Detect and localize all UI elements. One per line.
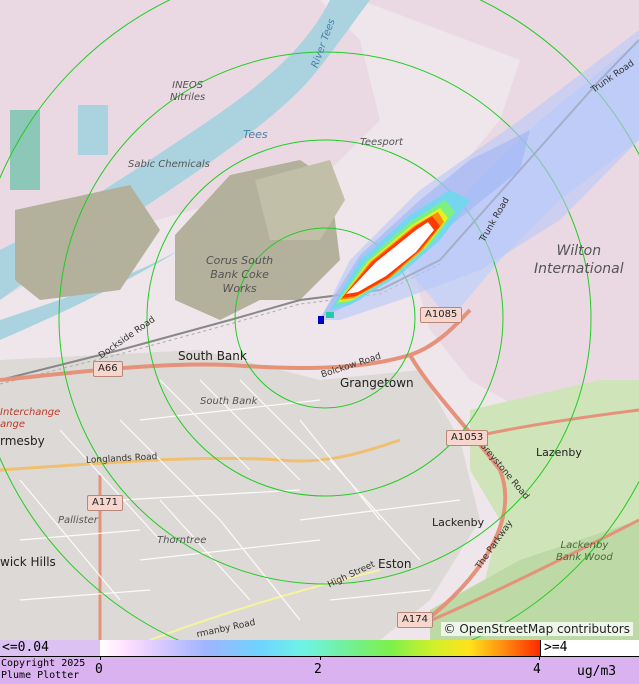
legend-low-label: <=0.04 [2,640,49,655]
legend-tick-2 [320,656,321,660]
copyright-line-1: Copyright 2025 [1,658,86,669]
sabic-label: Sabic Chemicals [128,159,210,170]
a1053-shield: A1053 [446,430,489,446]
legend-tick-label-4: 4 [533,662,541,677]
interchange-label: Interchange ange [0,407,61,430]
legend-high-label: >=4 [544,640,568,655]
tees-label: Tees [243,128,268,141]
a66-shield: A66 [93,361,123,377]
a171-shield: A171 [87,495,123,511]
pallister-label: Pallister [58,515,98,526]
ormesby-label: rmesby [0,434,45,448]
south-bank-label: South Bank [178,349,247,363]
legend-color-scale [100,640,540,656]
legend-tick-4 [539,656,540,660]
concentration-legend: <=0.04 >=4 0 2 4 ug/m3 Copyright 2025 Pl… [0,640,639,684]
grangetown-label: Grangetown [340,376,414,390]
lazenby-label: Lazenby [536,446,582,459]
berwick-hills-label: wick Hills [0,555,56,569]
wilton-label: Wilton International [534,243,624,277]
map-attribution[interactable]: © OpenStreetMap contributors [440,622,633,636]
corus-label: Corus South Bank Coke Works [206,254,274,295]
ineos-label: INEOS Nitriles [170,80,206,103]
map-view[interactable]: River Tees Tees INEOS Nitriles Sabic Che… [0,0,639,640]
copyright-line-2: Plume Plotter [1,670,80,681]
teesport-label: Teesport [360,137,403,148]
lackenby-bank-wood-label: Lackenby Bank Wood [556,540,613,563]
lackenby-label: Lackenby [432,516,485,529]
thorntree-label: Thorntree [157,535,207,546]
legend-tick-label-0: 0 [95,662,103,677]
legend-tick-label-2: 2 [314,662,322,677]
a174-shield: A174 [397,612,433,628]
basemap [0,0,639,640]
south-bank-district-label: South Bank [200,396,258,407]
eston-label: Eston [378,557,412,571]
legend-tick-0 [100,656,101,660]
legend-unit: ug/m3 [577,664,617,679]
a1085-shield: A1085 [420,307,463,323]
